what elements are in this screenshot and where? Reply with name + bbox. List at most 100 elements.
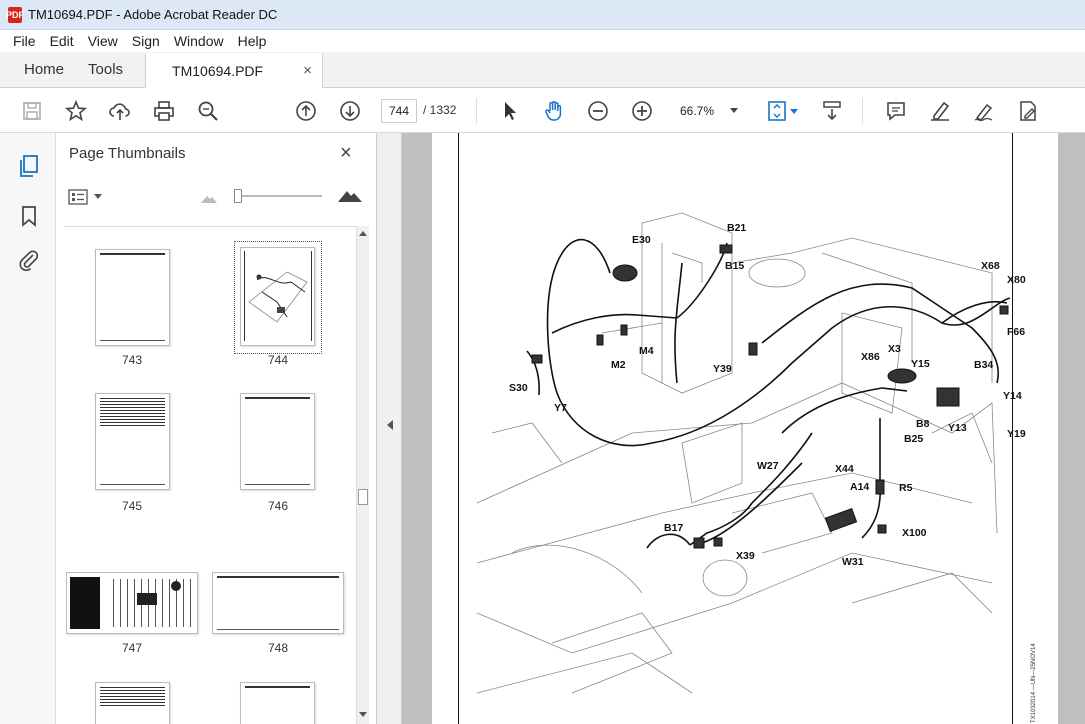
thumbnail-size-slider-track[interactable] (236, 195, 322, 197)
diagram-label: Y19 (1007, 428, 1026, 440)
sign-icon[interactable] (970, 97, 998, 125)
menu-file[interactable]: File (6, 33, 43, 49)
diagram-label: B21 (727, 222, 746, 234)
thumbnail-size-slider-handle[interactable] (234, 189, 242, 203)
diagram-label: X68 (981, 260, 1000, 272)
options-list-icon (68, 189, 88, 205)
attachments-icon[interactable] (16, 247, 42, 273)
figure-code: TX1032014 —UN—25NOV14 (1031, 643, 1037, 723)
save-icon[interactable] (18, 97, 46, 125)
diagram-label: B15 (725, 260, 744, 272)
menu-edit[interactable]: Edit (43, 33, 81, 49)
diagram-label: F66 (1007, 326, 1025, 338)
thumbnail-toolbar (56, 175, 377, 215)
thumbnail-label: 744 (267, 353, 289, 367)
document-view[interactable]: E30 B21 B15 X68 X80 F66 S30 Y7 M2 M4 Y39… (402, 133, 1085, 724)
tab-bar: Home Tools TM10694.PDF × (0, 52, 1085, 88)
chevron-down-icon (730, 108, 738, 113)
close-tab-icon[interactable]: × (303, 62, 312, 79)
thumbnail-page[interactable] (240, 393, 315, 490)
thumbnail-label: 748 (267, 641, 289, 655)
main-toolbar: 744 / 1332 66.7% (0, 88, 1085, 133)
prev-page-icon[interactable] (292, 97, 320, 125)
scroll-down-arrow-icon[interactable] (359, 712, 367, 718)
menu-sign[interactable]: Sign (125, 33, 167, 49)
left-navigation-rail (0, 133, 56, 724)
menu-window[interactable]: Window (167, 33, 231, 49)
zoom-in-icon[interactable] (628, 97, 656, 125)
thumbnails-scrollbar[interactable] (356, 226, 369, 724)
diagram-label: X80 (1007, 274, 1026, 286)
page-thumbnails-icon[interactable] (16, 153, 42, 179)
scroll-mode-icon[interactable] (818, 97, 846, 125)
diagram-label: Y7 (554, 402, 567, 414)
diagram-label: W27 (757, 460, 779, 472)
thumbnails-list: 743 744 745 746 747 748 (64, 226, 364, 724)
zoom-out-icon[interactable] (584, 97, 612, 125)
diagram-label: A14 (850, 481, 869, 493)
diagram-label: X44 (835, 463, 854, 475)
comment-icon[interactable] (882, 97, 910, 125)
diagram-label: Y39 (713, 363, 732, 375)
large-mountain-icon[interactable] (338, 187, 362, 202)
thumbnails-scroll-thumb[interactable] (358, 489, 368, 505)
thumbnail-page-selected[interactable] (240, 247, 315, 346)
scroll-up-arrow-icon[interactable] (359, 230, 367, 236)
diagram-label: M2 (611, 359, 626, 371)
acrobat-app-icon: PDF (6, 6, 24, 23)
thumbnail-page[interactable] (212, 572, 344, 634)
thumbnail-label: 743 (121, 353, 143, 367)
panel-splitter[interactable] (377, 133, 402, 724)
thumbnail-page[interactable] (95, 249, 170, 346)
upload-cloud-icon[interactable] (106, 97, 134, 125)
thumbnail-page[interactable] (240, 682, 315, 724)
diagram-label: B8 (916, 418, 930, 430)
diagram-label: X39 (736, 550, 755, 562)
bookmarks-icon[interactable] (16, 203, 42, 229)
diagram-label: E30 (632, 234, 651, 246)
bookmark-star-icon[interactable] (62, 97, 90, 125)
print-icon[interactable] (150, 97, 178, 125)
menu-bar: File Edit View Sign Window Help (0, 30, 1085, 52)
diagram-label: X100 (902, 527, 927, 539)
select-arrow-icon[interactable] (496, 97, 524, 125)
thumbnail-page[interactable] (66, 572, 198, 634)
hand-icon[interactable] (540, 97, 568, 125)
tab-tools[interactable]: Tools (76, 52, 135, 87)
page-number-input[interactable]: 744 (381, 99, 417, 123)
zoom-level-value: 66.7% (680, 104, 715, 118)
close-panel-icon[interactable]: × (340, 142, 352, 165)
diagram-label: X86 (861, 351, 880, 363)
diagram-label: R5 (899, 482, 913, 494)
title-bar: PDF TM10694.PDF - Adobe Acrobat Reader D… (0, 0, 1085, 30)
thumbnails-panel: Page Thumbnails × 743 744 745 746 747 74… (56, 133, 377, 724)
next-page-icon[interactable] (336, 97, 364, 125)
tab-document[interactable]: TM10694.PDF × (145, 53, 324, 88)
edit-pdf-icon[interactable] (1014, 97, 1042, 125)
fit-page-icon[interactable] (764, 97, 802, 125)
small-mountain-icon[interactable] (201, 193, 217, 203)
highlight-icon[interactable] (926, 97, 954, 125)
diagram-label: W31 (842, 556, 864, 568)
zoom-level-select[interactable]: 66.7% (672, 99, 744, 123)
toolbar-divider (476, 98, 477, 124)
diagram-label: S30 (509, 382, 528, 394)
collapse-panel-arrow-icon[interactable] (386, 420, 393, 430)
pdf-page: E30 B21 B15 X68 X80 F66 S30 Y7 M2 M4 Y39… (432, 133, 1058, 724)
find-zoom-icon[interactable] (194, 97, 222, 125)
diagram-label: Y15 (911, 358, 930, 370)
thumbnail-page[interactable] (95, 393, 170, 490)
thumbnail-options-menu[interactable] (68, 187, 104, 207)
menu-view[interactable]: View (81, 33, 125, 49)
thumbnail-label: 745 (121, 499, 143, 513)
thumbnail-page[interactable] (95, 682, 170, 724)
diagram-label: Y14 (1003, 390, 1022, 402)
diagram-label: B34 (974, 359, 993, 371)
diagram-label: M4 (639, 345, 654, 357)
tab-home[interactable]: Home (0, 52, 76, 87)
diagram-label: X3 (888, 343, 901, 355)
diagram-label: Y13 (948, 422, 967, 434)
menu-help[interactable]: Help (231, 33, 274, 49)
window-title: TM10694.PDF - Adobe Acrobat Reader DC (28, 7, 278, 22)
document-tab-label: TM10694.PDF (172, 62, 264, 79)
